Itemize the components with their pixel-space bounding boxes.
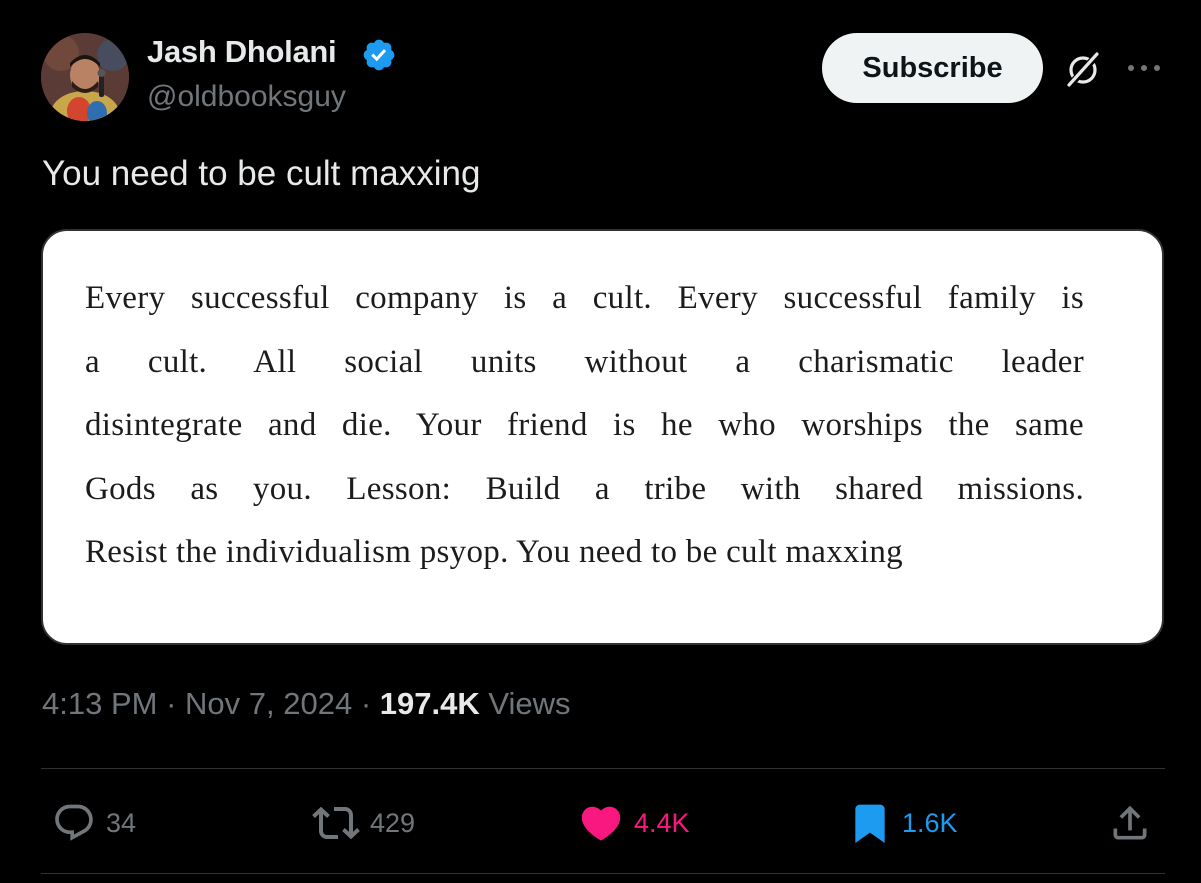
reply-icon <box>55 804 93 841</box>
views-label: Views <box>488 686 571 721</box>
avatar[interactable] <box>41 33 129 121</box>
heart-filled-icon <box>581 806 621 841</box>
user-handle[interactable]: @oldbooksguy <box>147 80 346 114</box>
meta-separator: · <box>166 686 177 721</box>
reply-count: 34 <box>106 807 137 838</box>
divider <box>41 768 1165 769</box>
reply-button[interactable]: 34 <box>52 800 136 846</box>
views-count: 197.4K <box>379 686 480 721</box>
share-icon <box>1113 805 1147 840</box>
display-name[interactable]: Jash Dholani <box>147 34 337 70</box>
bookmark-count: 1.6K <box>902 807 958 838</box>
like-button[interactable]: 4.4K <box>578 800 690 846</box>
avatar-photo <box>41 33 129 121</box>
more-dots-icon[interactable] <box>1124 57 1164 79</box>
image-quote-line: disintegrate and die. Your friend is he … <box>85 407 1084 443</box>
image-quote-line: Resist the individualism psyop. You need… <box>85 534 903 570</box>
tweet-meta: 4:13 PM · Nov 7, 2024 · 197.4K Views <box>42 686 571 722</box>
tweet-image[interactable]: Every successful company is a cult. Ever… <box>41 229 1164 645</box>
tweet-date[interactable]: Nov 7, 2024 <box>185 686 352 721</box>
image-quote-line: Gods as you. Lesson: Build a tribe with … <box>85 470 1084 507</box>
tweet-time[interactable]: 4:13 PM <box>42 686 157 721</box>
retweet-count: 429 <box>370 807 416 838</box>
retweet-button[interactable]: 429 <box>312 800 415 846</box>
subscribe-button[interactable]: Subscribe <box>822 33 1043 103</box>
bookmark-filled-icon <box>855 804 885 844</box>
meta-separator: · <box>360 686 372 721</box>
like-count: 4.4K <box>634 807 690 838</box>
grok-icon[interactable] <box>1061 48 1105 92</box>
image-quote-line: Every successful company is a cult. Ever… <box>85 280 1084 316</box>
tweet-text: You need to be cult maxxing <box>42 154 481 193</box>
bookmark-button[interactable]: 1.6K <box>848 800 958 846</box>
verified-badge-icon <box>363 39 395 71</box>
share-button[interactable] <box>1108 800 1152 846</box>
tweet-detail: Jash Dholani @oldbooksguy Subscribe You … <box>0 0 1201 883</box>
image-quote-line: a cult. All social units without a chari… <box>85 343 1084 380</box>
retweet-icon <box>312 806 360 840</box>
image-quote-text: Every successful company is a cult. Ever… <box>85 267 1084 585</box>
divider <box>41 873 1165 874</box>
